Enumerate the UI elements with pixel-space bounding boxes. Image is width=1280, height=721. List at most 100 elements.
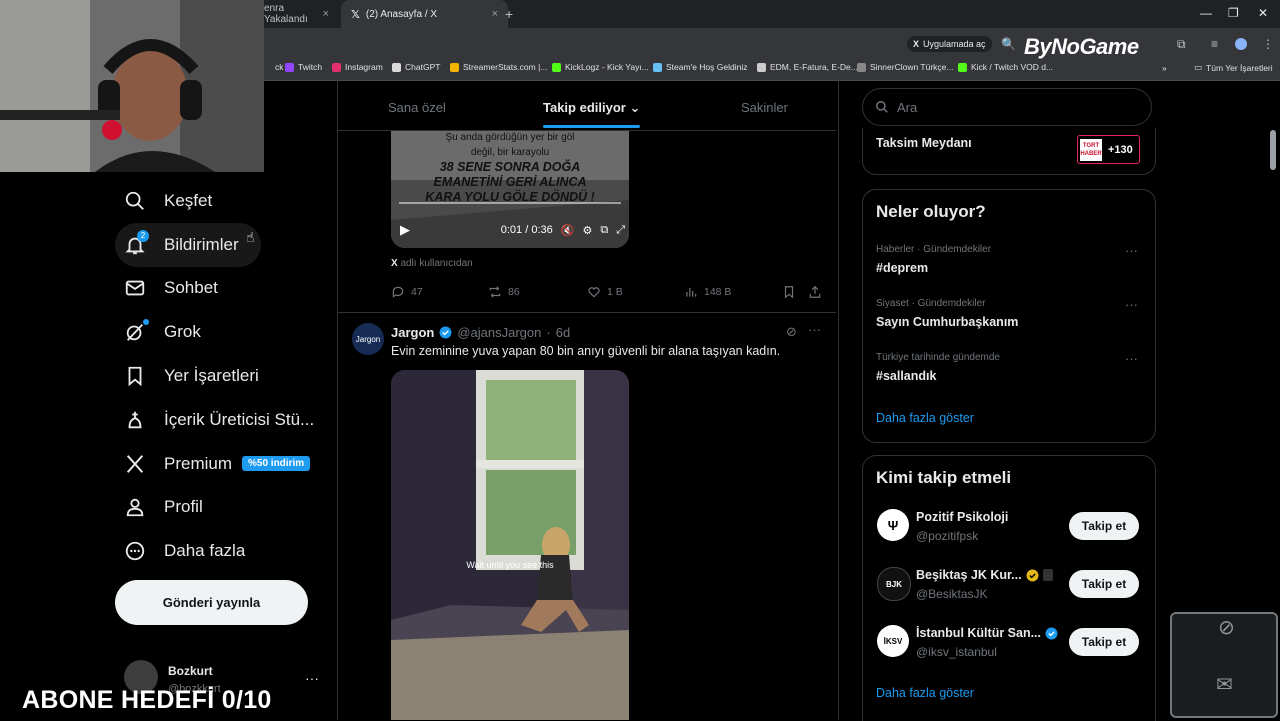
video-credit[interactable]: X adlı kullanıcıdan (391, 258, 473, 269)
account-avatar[interactable]: Ψ (877, 509, 909, 541)
nav-creator-studio[interactable]: İçerik Üreticisi Stü... (124, 402, 314, 438)
bookmark-favicon-icon (958, 62, 967, 72)
premium-discount-tag: %50 indirim (242, 456, 311, 471)
nav-grok[interactable]: Grok (124, 314, 201, 350)
nav-label: Premium (164, 454, 233, 473)
bookmark-item[interactable]: StreamerStats.com |... (450, 62, 547, 72)
maximize-icon[interactable]: ❐ (1228, 6, 1239, 20)
grok-icon (126, 324, 144, 341)
grok-analyze-icon[interactable]: ⊘ (786, 324, 797, 340)
trend-more-icon[interactable]: ··· (1125, 243, 1138, 258)
author-handle[interactable]: @ajansJargon (457, 325, 541, 340)
bookmark-item[interactable]: Steam'e Hoş Geldiniz (653, 62, 747, 72)
author-avatar[interactable]: Jargon (352, 323, 384, 355)
tgrt-logo-top: TGRT (1082, 142, 1100, 149)
trend-item[interactable]: #deprem (876, 261, 928, 275)
follow-button[interactable]: Takip et (1069, 628, 1139, 656)
tab-residents[interactable]: Sakinler (741, 100, 788, 115)
nav-profile[interactable]: Profil (124, 489, 203, 525)
extensions-icon[interactable]: ⧉ (1177, 37, 1186, 52)
bookmarks-more-icon[interactable]: » (1162, 63, 1167, 73)
bookmark-item[interactable]: EDM, E-Fatura, E-De... (757, 62, 858, 72)
fullscreen-icon[interactable]: ⤢ (616, 224, 625, 237)
show-more-accounts-link[interactable]: Daha fazla göster (876, 686, 974, 700)
tgrt-haber-logo: TGRT HABER (1080, 138, 1102, 161)
nav-bookmarks[interactable]: Yer İşaretleri (124, 358, 259, 394)
bookmark-icon (128, 366, 142, 387)
account-more-icon[interactable]: ··· (305, 670, 319, 686)
account-name[interactable]: İstanbul Kültür San... (916, 626, 1058, 640)
trend-source-badge[interactable]: TGRT HABER +130 (1077, 135, 1140, 164)
bookmark-item[interactable]: KickLogz - Kick Yayı... (552, 62, 649, 72)
tab-close-icon[interactable]: × (323, 8, 329, 20)
play-icon[interactable]: ▶ (400, 222, 410, 238)
caption-line: Şu anda gördüğün yer bir göl (445, 132, 575, 143)
nav-premium[interactable]: Premium (124, 446, 232, 482)
browser-tab[interactable]: enra Yakalandı × (262, 0, 339, 28)
tab-for-you[interactable]: Sana özel (388, 100, 446, 115)
search-box[interactable]: Ara (862, 88, 1152, 126)
trend-item[interactable]: #sallandık (876, 369, 936, 383)
author-name[interactable]: Jargon (391, 325, 434, 340)
follow-button[interactable]: Takip et (1069, 570, 1139, 598)
tab-following[interactable]: Takip ediliyor ⌄ (543, 100, 640, 116)
trend-item[interactable]: Sayın Cumhurbaşkanım (876, 315, 1018, 329)
bookmark-item[interactable]: SinnerClown Türkçe... (857, 62, 953, 72)
close-window-icon[interactable]: ✕ (1258, 6, 1268, 20)
tab-following-label: Takip ediliyor (543, 100, 626, 115)
bookmark-item[interactable]: ck (262, 62, 284, 72)
trend-name[interactable]: Taksim Meydanı (876, 136, 972, 150)
bookmark-item[interactable]: ChatGPT (392, 62, 440, 72)
settings-gear-icon[interactable]: ⚙ (582, 224, 592, 237)
browser-tab-active[interactable]: 𝕏 (2) Anasayfa / X × (341, 0, 508, 28)
video-progress-track[interactable] (399, 202, 621, 204)
zoom-icon[interactable]: 🔍 (1001, 37, 1016, 51)
reply-icon (392, 286, 404, 298)
follow-button[interactable]: Takip et (1069, 512, 1139, 540)
tweet-author-row: Jargon @ajansJargon · 6d (391, 325, 570, 340)
repost-button[interactable]: 86 (488, 285, 520, 299)
account-name[interactable]: Beşiktaş JK Kur... (916, 568, 1053, 582)
repost-count: 86 (508, 286, 520, 298)
open-in-app-chip[interactable]: X Uygulamada aç (907, 36, 992, 52)
new-tab-icon[interactable]: + (505, 6, 513, 22)
menu-kebab-icon[interactable]: ⋮ (1262, 37, 1274, 51)
media-icon[interactable]: ≡ (1211, 37, 1218, 51)
credit-text: adlı kullanıcıdan (400, 258, 473, 269)
reply-button[interactable]: 47 (391, 285, 423, 299)
tweet-video-2[interactable]: Wait until you see this (391, 370, 629, 720)
account-name[interactable]: Pozitif Psikoloji (916, 510, 1008, 524)
who-to-follow-title: Kimi takip etmeli (876, 468, 1012, 487)
minimize-icon[interactable]: — (1200, 6, 1212, 20)
views-button[interactable]: 148 B (684, 285, 731, 299)
search-icon (876, 101, 888, 113)
all-bookmarks[interactable]: ▭ Tüm Yer İşaretleri (1194, 62, 1273, 73)
bookmark-item[interactable]: Kick / Twitch VOD d... (958, 62, 1053, 72)
share-button[interactable] (808, 285, 822, 299)
tweet-time[interactable]: 6d (556, 325, 570, 340)
nav-chat[interactable]: Sohbet (124, 270, 218, 306)
account-avatar[interactable]: İKSV (877, 625, 909, 657)
nav-explore[interactable]: Keşfet (124, 183, 212, 219)
x-logo-icon: X (913, 39, 920, 49)
active-tab-indicator (543, 125, 640, 128)
trend-more-icon[interactable]: ··· (1125, 297, 1138, 312)
trend-more-icon[interactable]: ··· (1125, 351, 1138, 366)
bookmark-button[interactable] (782, 285, 796, 299)
tweet-more-icon[interactable]: ··· (808, 322, 821, 337)
show-more-trends-link[interactable]: Daha fazla göster (876, 411, 974, 425)
page-scrollbar[interactable] (1270, 130, 1276, 170)
bookmark-item[interactable]: Twitch (285, 62, 322, 72)
pip-icon[interactable]: ⧉ (600, 224, 608, 237)
post-button[interactable]: Gönderi yayınla (115, 580, 308, 625)
profile-avatar-icon[interactable] (1235, 38, 1247, 50)
messages-float-icon[interactable]: ✉ (1216, 672, 1233, 697)
bookmark-label: SinnerClown Türkçe... (870, 62, 954, 72)
like-button[interactable]: 1 B (587, 285, 623, 299)
grok-float-icon[interactable]: ⊘ (1218, 615, 1235, 640)
account-avatar[interactable]: BJK (877, 567, 911, 601)
nav-more[interactable]: Daha fazla (124, 533, 245, 569)
tab-close-icon[interactable]: × (492, 8, 498, 20)
mute-icon[interactable]: 🔇 (561, 224, 575, 237)
bookmark-item[interactable]: Instagram (332, 62, 383, 72)
